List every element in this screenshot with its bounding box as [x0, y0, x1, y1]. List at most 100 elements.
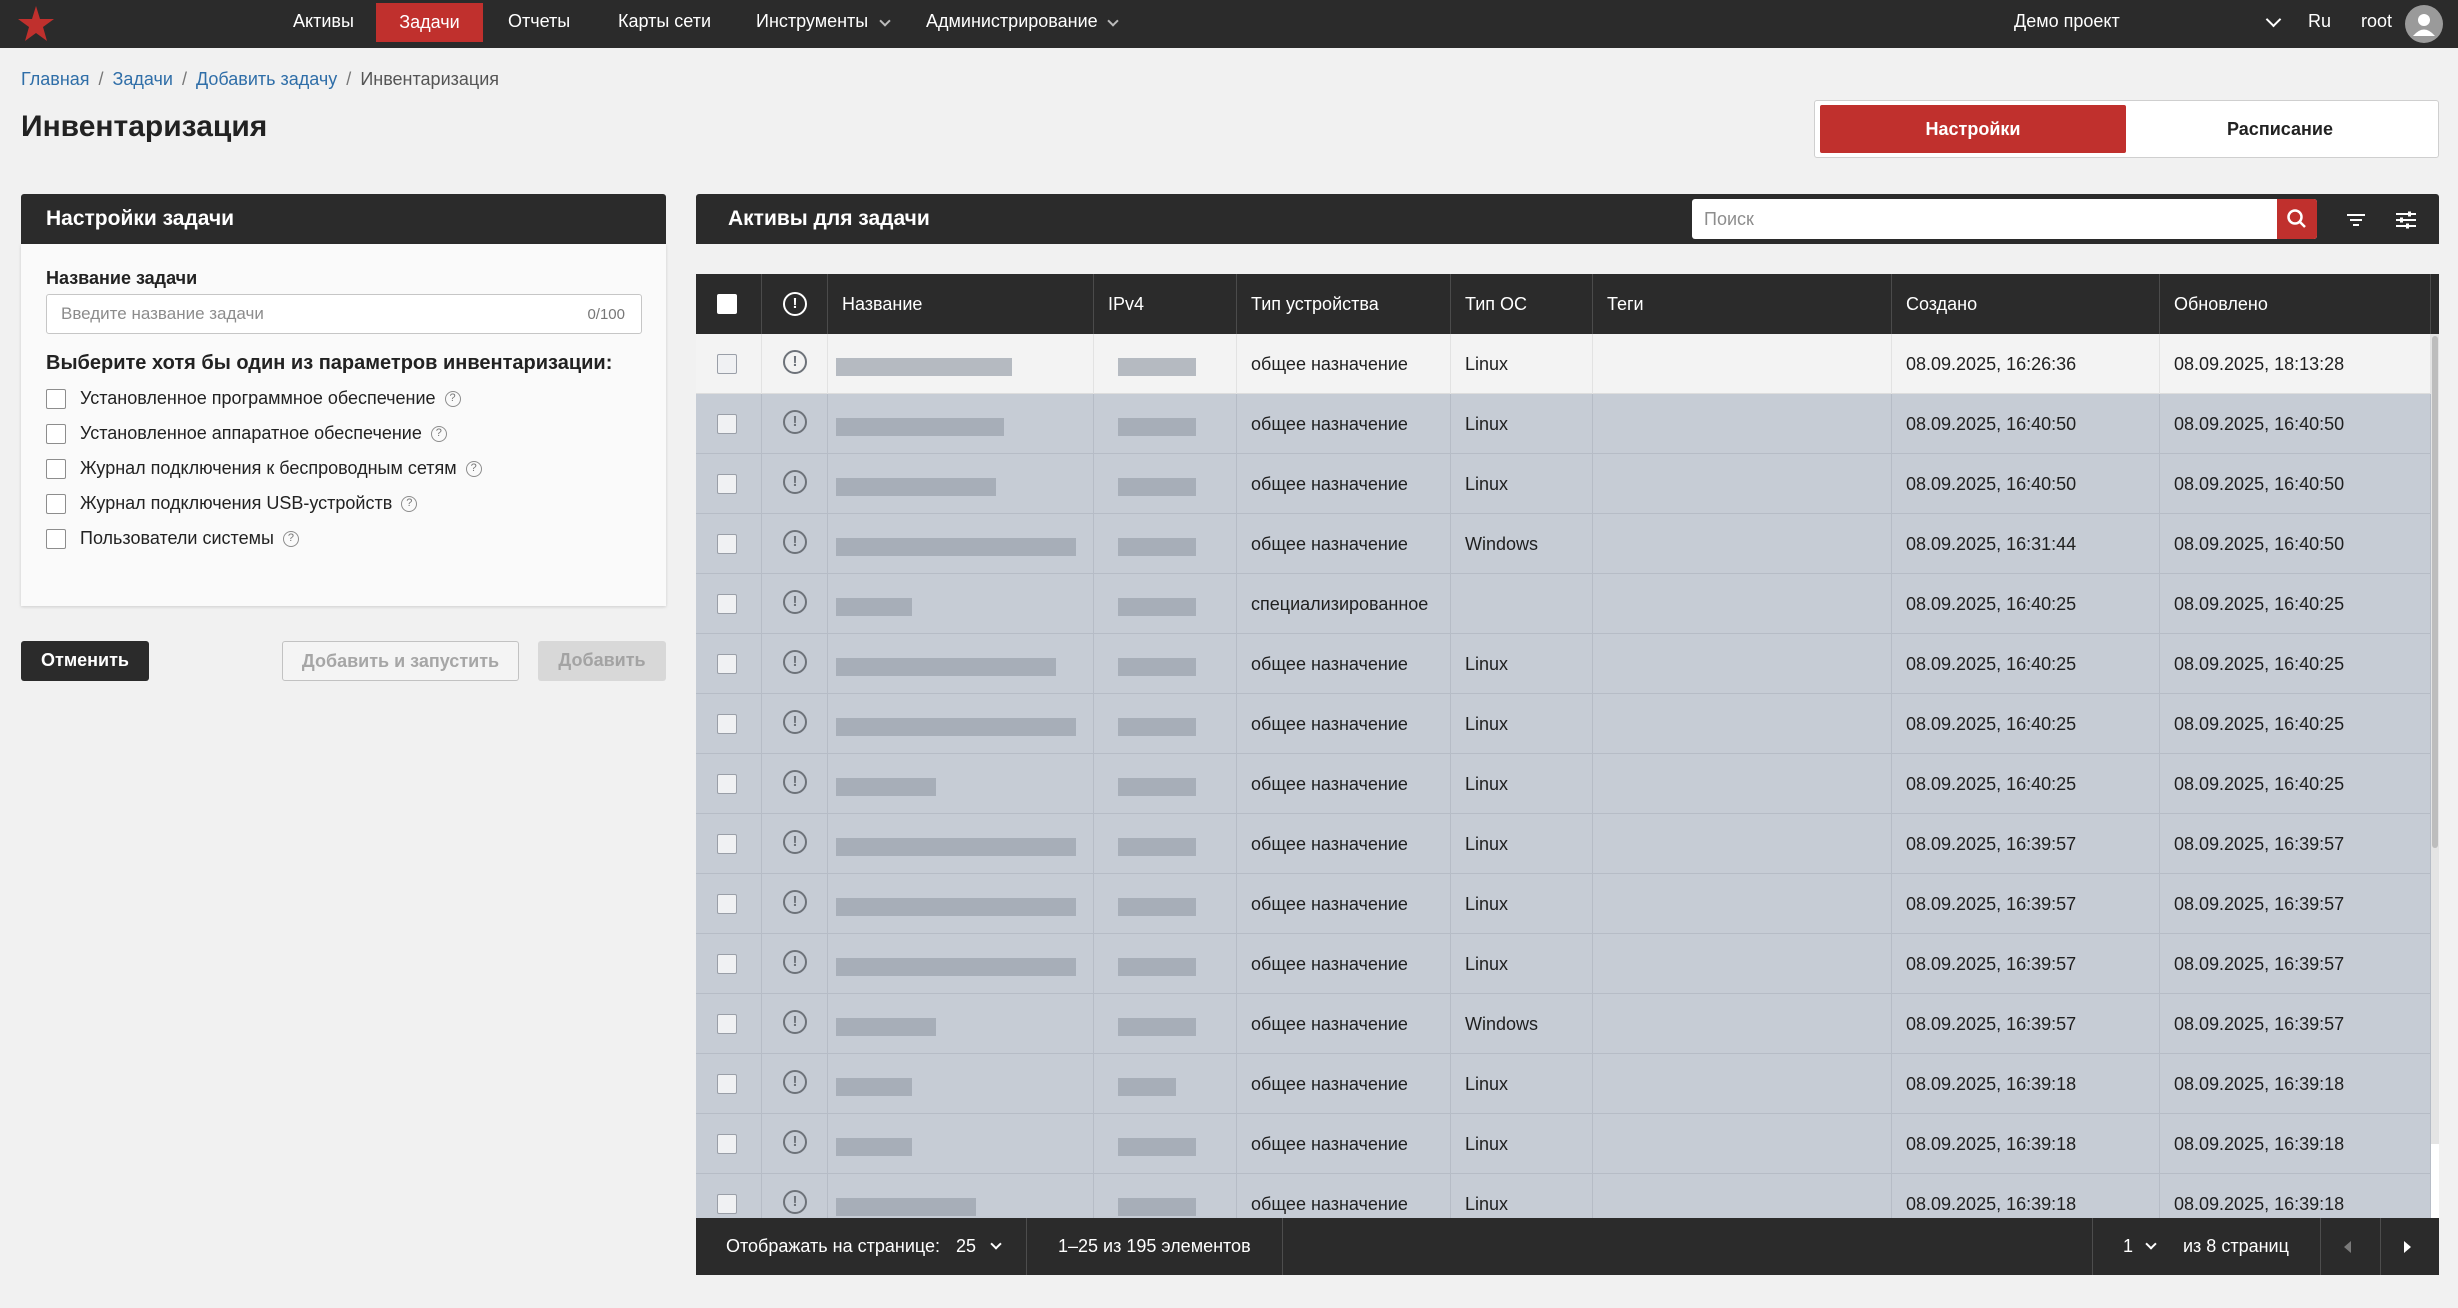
- redacted-ip: [1118, 418, 1196, 436]
- settings-panel-header: Настройки задачи: [21, 194, 666, 244]
- checkbox-wireless-log[interactable]: [46, 459, 66, 480]
- per-page-select[interactable]: 25: [956, 1218, 1018, 1275]
- alert-circle-icon: !: [783, 1130, 807, 1154]
- redacted-name: [836, 538, 1076, 556]
- table-row[interactable]: общее назначение Windows 08.09.2025, 16:39…: [696, 994, 2431, 1054]
- table-row[interactable]: общее назначение Linux 08.09.2025, 16:26:3…: [696, 334, 2431, 394]
- search-input[interactable]: [1692, 199, 2272, 239]
- redacted-ip: [1118, 358, 1196, 376]
- row-checkbox[interactable]: [717, 1194, 737, 1214]
- table-row[interactable]: общее назначение Linux 08.09.2025, 16:40:2…: [696, 694, 2431, 754]
- table-row[interactable]: общее назначение Windows 08.09.2025, 16:31…: [696, 514, 2431, 574]
- column-name[interactable]: Название: [828, 274, 1094, 334]
- row-created-cell: 08.09.2025, 16:31:44: [1892, 514, 2160, 574]
- breadcrumb-home[interactable]: Главная: [21, 69, 90, 89]
- help-icon[interactable]: ?: [282, 531, 299, 548]
- table-row[interactable]: общее назначение Linux 08.09.2025, 16:39:5…: [696, 874, 2431, 934]
- row-checkbox[interactable]: [717, 1134, 737, 1154]
- row-checkbox[interactable]: [717, 414, 737, 434]
- table-row[interactable]: специализированное 08.09.2025, 16:40:25 08…: [696, 574, 2431, 634]
- row-checkbox[interactable]: [717, 1014, 737, 1034]
- arrow-right-icon[interactable]: [2404, 1241, 2411, 1253]
- column-os-type[interactable]: Тип ОС: [1451, 274, 1593, 334]
- filter-icon[interactable]: [2342, 206, 2370, 234]
- table-row[interactable]: общее назначение Linux 08.09.2025, 16:39:1…: [696, 1054, 2431, 1114]
- nav-item-reports[interactable]: Отчеты: [508, 0, 570, 42]
- add-button[interactable]: Добавить: [538, 641, 666, 681]
- task-name-field: 0/100: [46, 294, 642, 334]
- table-row[interactable]: общее назначение Linux 08.09.2025, 16:40:5…: [696, 454, 2431, 514]
- checkbox-system-users[interactable]: [46, 529, 66, 550]
- row-checkbox[interactable]: [717, 534, 737, 554]
- table-row[interactable]: общее назначение Linux 08.09.2025, 16:39:5…: [696, 934, 2431, 994]
- nav-item-network-maps[interactable]: Карты сети: [618, 0, 711, 42]
- row-updated-cell: 08.09.2025, 16:40:25: [2160, 694, 2431, 754]
- help-icon[interactable]: ?: [465, 461, 482, 478]
- language-switch[interactable]: Ru: [2308, 0, 2331, 42]
- alert-circle-icon: !: [783, 590, 807, 614]
- table-row[interactable]: общее назначение Linux 08.09.2025, 16:39:1…: [696, 1114, 2431, 1174]
- task-name-input[interactable]: [47, 295, 567, 333]
- checkbox-installed-software[interactable]: [46, 389, 66, 410]
- alert-circle-icon: !: [783, 1070, 807, 1094]
- page-select[interactable]: 1: [2123, 1218, 2167, 1275]
- tab-schedule[interactable]: Расписание: [2127, 105, 2433, 153]
- alert-circle-icon: !: [783, 1010, 807, 1034]
- row-checkbox[interactable]: [717, 774, 737, 794]
- redacted-name: [836, 1018, 936, 1036]
- table-row[interactable]: общее назначение Linux 08.09.2025, 16:40:2…: [696, 634, 2431, 694]
- row-checkbox[interactable]: [717, 354, 737, 374]
- redacted-ip: [1118, 1198, 1196, 1216]
- add-and-run-button[interactable]: Добавить и запустить: [282, 641, 519, 681]
- settings-sliders-icon[interactable]: [2392, 206, 2420, 234]
- arrow-left-icon[interactable]: [2344, 1241, 2351, 1253]
- chevron-down-icon[interactable]: [2265, 11, 2282, 28]
- breadcrumb: Главная / Задачи / Добавить задачу / Инвентари…: [21, 69, 499, 89]
- project-selector[interactable]: Демо проект: [2014, 0, 2120, 42]
- select-all-checkbox[interactable]: [717, 294, 737, 314]
- row-checkbox[interactable]: [717, 954, 737, 974]
- row-checkbox[interactable]: [717, 714, 737, 734]
- row-device-type-cell: общее назначение: [1237, 1174, 1451, 1218]
- nav-item-tools[interactable]: Инструменты: [756, 0, 868, 42]
- row-tags-cell: [1593, 334, 1892, 394]
- column-tags[interactable]: Теги: [1593, 274, 1892, 334]
- row-created-cell: 08.09.2025, 16:40:50: [1892, 394, 2160, 454]
- table-row[interactable]: общее назначение Linux 08.09.2025, 16:39:1…: [696, 1174, 2431, 1218]
- cancel-button[interactable]: Отменить: [21, 641, 149, 681]
- column-updated[interactable]: Обновлено: [2160, 274, 2431, 334]
- search-button[interactable]: [2277, 199, 2317, 239]
- row-checkbox[interactable]: [717, 894, 737, 914]
- checkbox-usb-log[interactable]: [46, 494, 66, 515]
- help-icon[interactable]: ?: [430, 426, 447, 443]
- row-device-type-cell: общее назначение: [1237, 874, 1451, 934]
- help-icon[interactable]: ?: [401, 496, 418, 513]
- row-os-cell: Linux: [1451, 934, 1593, 994]
- checkbox-installed-hardware[interactable]: [46, 424, 66, 445]
- row-device-type-cell: общее назначение: [1237, 814, 1451, 874]
- user-avatar-icon[interactable]: [2405, 5, 2443, 43]
- row-checkbox[interactable]: [717, 1074, 737, 1094]
- row-checkbox[interactable]: [717, 834, 737, 854]
- table-row[interactable]: общее назначение Linux 08.09.2025, 16:40:2…: [696, 754, 2431, 814]
- help-icon[interactable]: ?: [444, 391, 461, 408]
- table-row[interactable]: общее назначение Linux 08.09.2025, 16:39:5…: [696, 814, 2431, 874]
- row-checkbox[interactable]: [717, 594, 737, 614]
- redacted-ip: [1118, 598, 1196, 616]
- breadcrumb-tasks[interactable]: Задачи: [113, 69, 173, 89]
- user-name[interactable]: root: [2361, 0, 2392, 42]
- nav-item-assets[interactable]: Активы: [293, 0, 354, 42]
- row-checkbox[interactable]: [717, 474, 737, 494]
- star-logo-icon[interactable]: [16, 4, 56, 44]
- breadcrumb-add-task[interactable]: Добавить задачу: [196, 69, 337, 89]
- table-scroll-thumb[interactable]: [2432, 336, 2438, 848]
- nav-item-administration[interactable]: Администрирование: [926, 0, 1098, 42]
- nav-item-tasks[interactable]: Задачи: [376, 3, 483, 42]
- column-created[interactable]: Создано: [1892, 274, 2160, 334]
- table-row[interactable]: общее назначение Linux 08.09.2025, 16:40:5…: [696, 394, 2431, 454]
- redacted-ip: [1118, 898, 1196, 916]
- tab-settings[interactable]: Настройки: [1820, 105, 2126, 153]
- column-device-type[interactable]: Тип устройства: [1237, 274, 1451, 334]
- column-ipv4[interactable]: IPv4: [1094, 274, 1237, 334]
- row-checkbox[interactable]: [717, 654, 737, 674]
